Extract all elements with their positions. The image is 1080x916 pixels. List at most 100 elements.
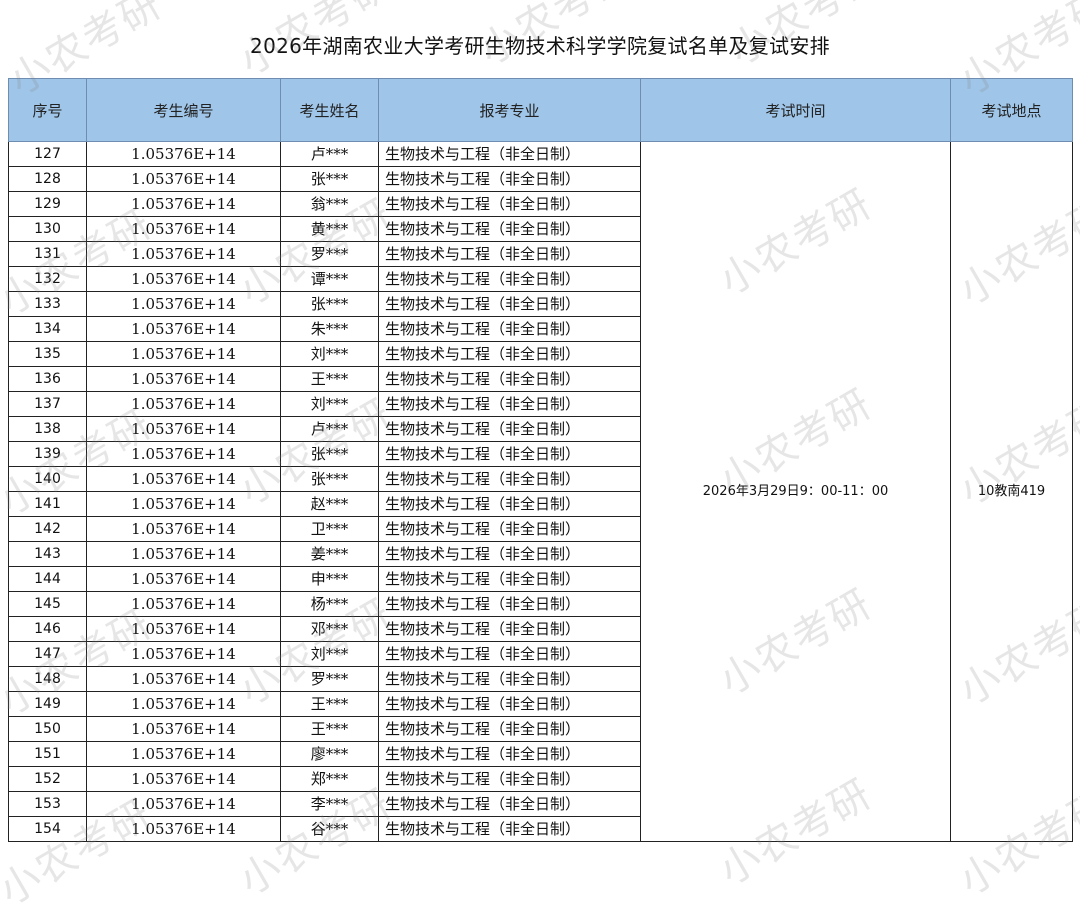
cell-major: 生物技术与工程（非全日制） — [378, 191, 641, 217]
cell-major: 生物技术与工程（非全日制） — [378, 666, 641, 692]
cell-major: 生物技术与工程（非全日制） — [378, 591, 641, 617]
cell-candidate-name: 朱*** — [280, 316, 379, 342]
cell-seq-no: 138 — [8, 416, 87, 442]
cell-candidate-id: 1.05376E+14 — [86, 491, 281, 517]
cell-major: 生物技术与工程（非全日制） — [378, 716, 641, 742]
cell-major: 生物技术与工程（非全日制） — [378, 291, 641, 317]
cell-candidate-id: 1.05376E+14 — [86, 691, 281, 717]
cell-candidate-name: 廖*** — [280, 741, 379, 767]
cell-candidate-id: 1.05376E+14 — [86, 616, 281, 642]
cell-seq-no: 132 — [8, 266, 87, 292]
cell-candidate-name: 李*** — [280, 791, 379, 817]
cell-candidate-id: 1.05376E+14 — [86, 666, 281, 692]
cell-seq-no: 152 — [8, 766, 87, 792]
cell-candidate-id: 1.05376E+14 — [86, 266, 281, 292]
cell-seq-no: 146 — [8, 616, 87, 642]
cell-major: 生物技术与工程（非全日制） — [378, 691, 641, 717]
cell-candidate-id: 1.05376E+14 — [86, 191, 281, 217]
cell-candidate-name: 王*** — [280, 716, 379, 742]
cell-candidate-id: 1.05376E+14 — [86, 216, 281, 242]
document-page: 2026年湖南农业大学考研生物技术科学学院复试名单及复试安排 序号 考生编号 考… — [0, 0, 1080, 914]
cell-candidate-id: 1.05376E+14 — [86, 416, 281, 442]
header-major: 报考专业 — [378, 78, 641, 142]
cell-candidate-name: 刘*** — [280, 641, 379, 667]
cell-major: 生物技术与工程（非全日制） — [378, 141, 641, 167]
cell-candidate-name: 邓*** — [280, 616, 379, 642]
cell-major: 生物技术与工程（非全日制） — [378, 316, 641, 342]
cell-candidate-name: 杨*** — [280, 591, 379, 617]
cell-seq-no: 149 — [8, 691, 87, 717]
cell-seq-no: 128 — [8, 166, 87, 192]
cell-candidate-name: 谭*** — [280, 266, 379, 292]
cell-candidate-name: 王*** — [280, 691, 379, 717]
cell-candidate-id: 1.05376E+14 — [86, 391, 281, 417]
cell-candidate-id: 1.05376E+14 — [86, 766, 281, 792]
cell-major: 生物技术与工程（非全日制） — [378, 391, 641, 417]
cell-seq-no: 130 — [8, 216, 87, 242]
cell-candidate-id: 1.05376E+14 — [86, 741, 281, 767]
cell-seq-no: 150 — [8, 716, 87, 742]
header-place: 考试地点 — [950, 78, 1073, 142]
cell-candidate-name: 张*** — [280, 291, 379, 317]
cell-seq-no: 140 — [8, 466, 87, 492]
cell-candidate-id: 1.05376E+14 — [86, 341, 281, 367]
cell-major: 生物技术与工程（非全日制） — [378, 816, 641, 842]
cell-seq-no: 129 — [8, 191, 87, 217]
cell-candidate-id: 1.05376E+14 — [86, 516, 281, 542]
cell-major: 生物技术与工程（非全日制） — [378, 616, 641, 642]
cell-candidate-name: 翁*** — [280, 191, 379, 217]
cell-major: 生物技术与工程（非全日制） — [378, 241, 641, 267]
header-id: 考生编号 — [86, 78, 281, 142]
cell-seq-no: 141 — [8, 491, 87, 517]
cell-candidate-name: 罗*** — [280, 241, 379, 267]
cell-major: 生物技术与工程（非全日制） — [378, 791, 641, 817]
cell-candidate-id: 1.05376E+14 — [86, 716, 281, 742]
table-header: 序号 考生编号 考生姓名 报考专业 考试时间 考试地点 — [8, 78, 1073, 142]
cell-seq-no: 144 — [8, 566, 87, 592]
cell-candidate-name: 卢*** — [280, 416, 379, 442]
header-row: 序号 考生编号 考生姓名 报考专业 考试时间 考试地点 — [8, 78, 1073, 142]
cell-seq-no: 135 — [8, 341, 87, 367]
cell-candidate-name: 卫*** — [280, 516, 379, 542]
cell-major: 生物技术与工程（非全日制） — [378, 566, 641, 592]
cell-candidate-id: 1.05376E+14 — [86, 641, 281, 667]
cell-seq-no: 151 — [8, 741, 87, 767]
cell-candidate-id: 1.05376E+14 — [86, 566, 281, 592]
table-row: 127 1.05376E+14 卢*** 生物技术与工程（非全日制） 2026年3月29… — [8, 141, 1073, 842]
cell-candidate-id: 1.05376E+14 — [86, 291, 281, 317]
cell-seq-no: 143 — [8, 541, 87, 567]
cell-seq-no: 153 — [8, 791, 87, 817]
header-no: 序号 — [8, 78, 87, 142]
cell-candidate-id: 1.05376E+14 — [86, 791, 281, 817]
cell-candidate-id: 1.05376E+14 — [86, 141, 281, 167]
cell-candidate-id: 1.05376E+14 — [86, 591, 281, 617]
cell-major: 生物技术与工程（非全日制） — [378, 166, 641, 192]
cell-seq-no: 137 — [8, 391, 87, 417]
cell-candidate-name: 郑*** — [280, 766, 379, 792]
cell-candidate-id: 1.05376E+14 — [86, 241, 281, 267]
cell-seq-no: 133 — [8, 291, 87, 317]
cell-candidate-name: 卢*** — [280, 141, 379, 167]
cell-major: 生物技术与工程（非全日制） — [378, 641, 641, 667]
cell-major: 生物技术与工程（非全日制） — [378, 466, 641, 492]
cell-seq-no: 139 — [8, 441, 87, 467]
cell-major: 生物技术与工程（非全日制） — [378, 441, 641, 467]
cell-candidate-id: 1.05376E+14 — [86, 366, 281, 392]
header-name: 考生姓名 — [280, 78, 379, 142]
cell-candidate-id: 1.05376E+14 — [86, 466, 281, 492]
retest-list-table: 序号 考生编号 考生姓名 报考专业 考试时间 考试地点 127 1.05376E+… — [8, 78, 1073, 842]
cell-candidate-id: 1.05376E+14 — [86, 541, 281, 567]
cell-seq-no: 142 — [8, 516, 87, 542]
cell-major: 生物技术与工程（非全日制） — [378, 491, 641, 517]
cell-candidate-id: 1.05376E+14 — [86, 816, 281, 842]
table-body: 127 1.05376E+14 卢*** 生物技术与工程（非全日制） 2026年3月29… — [8, 141, 1073, 842]
cell-candidate-name: 刘*** — [280, 391, 379, 417]
cell-candidate-id: 1.05376E+14 — [86, 316, 281, 342]
cell-seq-no: 127 — [8, 141, 87, 167]
cell-seq-no: 134 — [8, 316, 87, 342]
cell-candidate-name: 罗*** — [280, 666, 379, 692]
cell-seq-no: 136 — [8, 366, 87, 392]
cell-exam-time: 2026年3月29日9：00-11：00 — [640, 141, 951, 842]
cell-candidate-name: 申*** — [280, 566, 379, 592]
cell-candidate-name: 张*** — [280, 166, 379, 192]
